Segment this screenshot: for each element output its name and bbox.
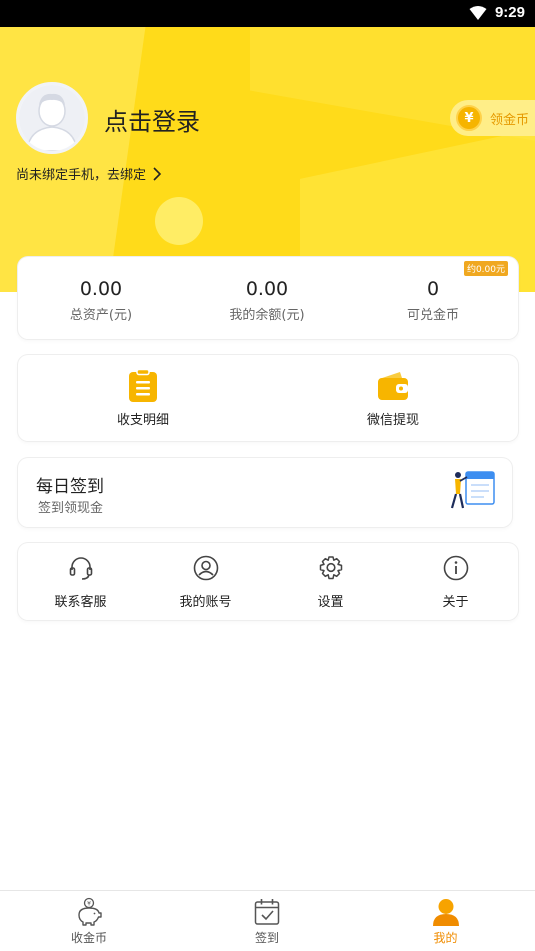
bind-phone-link[interactable]: 尚未绑定手机，去绑定 xyxy=(16,164,162,183)
my-account-button[interactable]: 我的账号 xyxy=(143,543,268,620)
my-account-label: 我的账号 xyxy=(179,595,232,610)
calendar-check-icon xyxy=(254,899,280,925)
tab-checkin[interactable]: 签到 xyxy=(178,891,356,951)
redeemable-coins[interactable]: 0 可兑金币 xyxy=(350,257,516,339)
my-balance-label: 我的余额(元) xyxy=(229,308,305,323)
svg-text:¥: ¥ xyxy=(87,901,91,908)
person-icon xyxy=(432,899,459,926)
wechat-withdraw-button[interactable]: 微信提现 xyxy=(268,355,518,441)
settings-button[interactable]: 设置 xyxy=(268,543,393,620)
tab-collect-coins-label: 收金币 xyxy=(70,931,107,945)
tab-mine-label: 我的 xyxy=(433,931,458,945)
claim-coins-label: 领金币 xyxy=(490,112,530,128)
chevron-right-icon xyxy=(153,166,162,181)
avatar[interactable] xyxy=(16,82,88,154)
settings-menu-card: 联系客服 我的账号 设置 关于 xyxy=(18,543,518,620)
redeemable-coins-value: 0 xyxy=(426,278,440,300)
tab-collect-coins[interactable]: ¥ 收金币 xyxy=(0,891,178,951)
about-label: 关于 xyxy=(442,595,469,610)
quick-actions-card: 收支明细 微信提现 xyxy=(18,355,518,441)
gear-icon xyxy=(319,556,342,580)
info-icon xyxy=(443,555,468,581)
status-bar: 9:29 xyxy=(0,0,535,27)
calendar-person-illustration-icon xyxy=(450,471,495,509)
contact-support-button[interactable]: 联系客服 xyxy=(18,543,143,620)
login-button[interactable]: 点击登录 xyxy=(104,102,200,137)
settings-label: 设置 xyxy=(317,595,344,610)
income-expense-details-button[interactable]: 收支明细 xyxy=(18,355,268,441)
piggy-bank-icon: ¥ xyxy=(78,897,102,926)
user-circle-icon xyxy=(193,555,218,581)
redeemable-coins-label: 可兑金币 xyxy=(406,308,459,323)
daily-checkin-title: 每日签到 xyxy=(36,477,104,497)
default-avatar-icon xyxy=(19,85,85,151)
income-expense-details-label: 收支明细 xyxy=(116,413,169,428)
profile-header-background xyxy=(0,27,535,292)
my-balance[interactable]: 0.00 我的余额(元) xyxy=(184,257,350,339)
bottom-tab-bar: ¥ 收金币 签到 我的 xyxy=(0,890,535,951)
assets-card: 约0.00元 0.00 总资产(元) 0.00 我的余额(元) 0 可兑金币 xyxy=(18,257,518,339)
claim-coins-button[interactable]: ¥ 领金币 xyxy=(450,100,535,136)
about-button[interactable]: 关于 xyxy=(393,543,518,620)
daily-checkin-subtitle: 签到领现金 xyxy=(38,501,104,516)
tab-checkin-label: 签到 xyxy=(254,931,279,945)
total-assets[interactable]: 0.00 总资产(元) xyxy=(18,257,184,339)
wechat-withdraw-label: 微信提现 xyxy=(366,413,419,428)
wifi-icon xyxy=(469,6,487,20)
my-balance-value: 0.00 xyxy=(245,278,289,300)
daily-checkin-card[interactable]: 每日签到 签到领现金 xyxy=(18,458,512,527)
clipboard-icon xyxy=(129,369,157,402)
wallet-icon xyxy=(378,372,408,400)
tab-mine[interactable]: 我的 xyxy=(356,891,535,951)
headset-icon xyxy=(69,557,92,580)
contact-support-label: 联系客服 xyxy=(54,595,107,610)
bind-phone-text: 尚未绑定手机，去绑定 xyxy=(16,168,147,183)
total-assets-label: 总资产(元) xyxy=(69,308,133,323)
total-assets-value: 0.00 xyxy=(79,278,123,300)
status-time: 9:29 xyxy=(494,4,525,21)
coin-icon: ¥ xyxy=(456,105,482,131)
